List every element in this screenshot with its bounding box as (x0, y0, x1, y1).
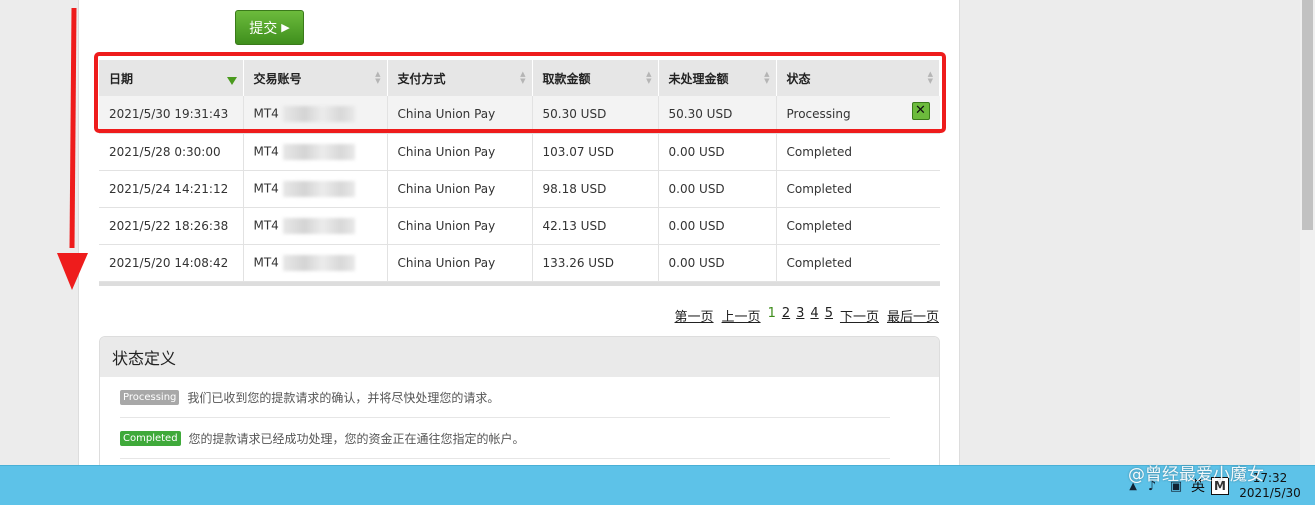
pager-page[interactable]: 3 (796, 306, 804, 325)
table-row: 2021/5/24 14:21:12 MT4 China Union Pay 9… (99, 170, 940, 208)
redacted-blur (282, 180, 355, 197)
cell-date: 2021/5/30 19:31:43 (99, 96, 244, 134)
windows-taskbar: ▲ ♪ ▣ 英 M 17:32 2021/5/30 (0, 465, 1315, 505)
column-header-account[interactable]: 交易账号 ▲ ▼ (243, 60, 388, 96)
pager-last[interactable]: 最后一页 (887, 306, 939, 325)
cell-date: 2021/5/24 14:21:12 (99, 170, 244, 208)
cell-amount: 42.13 USD (532, 207, 659, 245)
table-row: 2021/5/30 19:31:43 MT4 China Union Pay 5… (99, 96, 940, 134)
pager-page[interactable]: 2 (782, 306, 790, 325)
status-definition-text: 我们已收到您的提款请求的确认，并将尽快处理您的请求。 (187, 390, 500, 405)
pager-page-current: 1 (767, 306, 776, 321)
cell-account: MT4 (243, 207, 388, 245)
clock-date: 2021/5/30 (1239, 486, 1301, 500)
sort-icon: ▲ ▼ (646, 70, 652, 85)
vertical-scrollbar[interactable] (1300, 0, 1315, 465)
pager-page[interactable]: 4 (810, 306, 818, 325)
scrollbar-thumb[interactable] (1302, 0, 1313, 230)
column-header-method[interactable]: 支付方式 ▲ ▼ (387, 60, 533, 96)
pagination: 第一页 上一页 1 2 3 4 5 下一页 最后一页 (675, 306, 939, 325)
cell-status: Completed (776, 207, 940, 245)
down-arrow-annotation-icon (57, 8, 88, 290)
cell-unprocessed: 50.30 USD (658, 96, 777, 134)
cell-unprocessed: 0.00 USD (658, 207, 777, 245)
cell-status: Completed (776, 133, 940, 171)
cell-method: China Union Pay (387, 96, 533, 134)
sort-icon: ▲ ▼ (927, 70, 933, 85)
status-badge-completed: Completed (120, 430, 181, 446)
pager-prev[interactable]: 上一页 (722, 306, 761, 325)
table-row: 2021/5/20 14:08:42 MT4 China Union Pay 1… (99, 244, 940, 282)
status-badge-processing: Processing (120, 389, 180, 405)
sort-desc-icon (226, 77, 237, 85)
redacted-blur (282, 254, 355, 271)
sort-icon: ▲ ▼ (520, 70, 526, 85)
redacted-blur (282, 143, 355, 160)
cell-status: Completed (776, 244, 940, 282)
column-header-date[interactable]: 日期 (99, 60, 244, 96)
cancel-close-icon[interactable]: ✕ (911, 102, 930, 120)
cell-date: 2021/5/20 14:08:42 (99, 244, 244, 282)
cell-account: MT4 (243, 244, 388, 282)
cell-amount: 50.30 USD (532, 96, 659, 134)
column-header-status[interactable]: 状态 ▲ ▼ (776, 60, 940, 96)
watermark-text: @曾经最爱小魔女 (1128, 465, 1264, 485)
redacted-blur (282, 217, 355, 234)
table-footer-bar (99, 282, 940, 286)
status-definition-row: Processing 我们已收到您的提款请求的确认，并将尽快处理您的请求。 (120, 377, 890, 418)
cell-date: 2021/5/22 18:26:38 (99, 207, 244, 245)
content-panel: 提交 ▶ 日期 交易账号 ▲ ▼ 支付方式 ▲ ▼ 取款金额 ▲ ▼ 未处理金额 ▲ ▼ 状态 ▲… (78, 0, 960, 476)
redacted-blur (282, 106, 355, 123)
cell-date: 2021/5/28 0:30:00 (99, 133, 244, 171)
sort-icon: ▲ ▼ (375, 70, 381, 85)
play-icon: ▶ (281, 21, 290, 34)
submit-label: 提交 (249, 20, 278, 37)
sort-icon: ▲ ▼ (764, 70, 770, 85)
cell-account: MT4 (243, 133, 388, 171)
cell-amount: 133.26 USD (532, 244, 659, 282)
status-definition-row: Completed 您的提款请求已经成功处理，您的资金正在通往您指定的帐户。 (120, 418, 890, 459)
cell-account: MT4 (243, 96, 388, 134)
column-header-amount[interactable]: 取款金额 ▲ ▼ (532, 60, 659, 96)
table-row: 2021/5/28 0:30:00 MT4 China Union Pay 10… (99, 133, 940, 171)
status-definition-text: 您的提款请求已经成功处理，您的资金正在通往您指定的帐户。 (188, 431, 525, 446)
pager-next[interactable]: 下一页 (840, 306, 879, 325)
cell-method: China Union Pay (387, 133, 533, 171)
cell-amount: 103.07 USD (532, 133, 659, 171)
cell-method: China Union Pay (387, 170, 533, 208)
cell-amount: 98.18 USD (532, 170, 659, 208)
status-definition-title: 状态定义 (100, 337, 939, 377)
cell-method: China Union Pay (387, 244, 533, 282)
cell-status: Completed (776, 170, 940, 208)
cell-status: Processing ✕ (776, 96, 940, 134)
cell-unprocessed: 0.00 USD (658, 133, 777, 171)
cell-method: China Union Pay (387, 207, 533, 245)
cell-unprocessed: 0.00 USD (658, 244, 777, 282)
column-header-unprocessed[interactable]: 未处理金额 ▲ ▼ (658, 60, 777, 96)
withdrawal-table: 日期 交易账号 ▲ ▼ 支付方式 ▲ ▼ 取款金额 ▲ ▼ 未处理金额 ▲ ▼ 状态 ▲ ▼ 202… (99, 60, 940, 282)
submit-button[interactable]: 提交 ▶ (235, 10, 304, 45)
pager-first[interactable]: 第一页 (675, 306, 714, 325)
pager-page[interactable]: 5 (825, 306, 833, 325)
status-definition-panel: 状态定义 Processing 我们已收到您的提款请求的确认，并将尽快处理您的请… (99, 336, 940, 476)
cell-unprocessed: 0.00 USD (658, 170, 777, 208)
table-row: 2021/5/22 18:26:38 MT4 China Union Pay 4… (99, 207, 940, 245)
cell-account: MT4 (243, 170, 388, 208)
